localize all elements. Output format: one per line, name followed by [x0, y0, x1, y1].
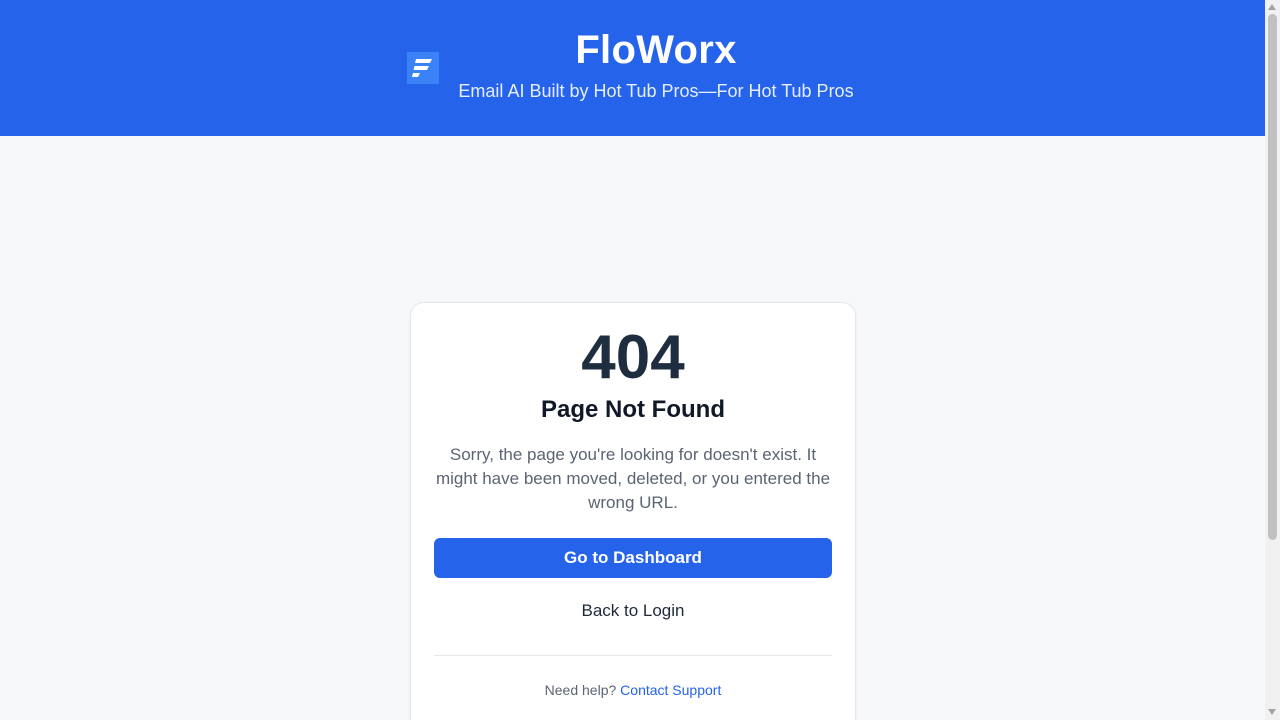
help-label: Need help? [544, 682, 621, 698]
help-text: Need help? Contact Support [411, 680, 855, 700]
error-code: 404 [581, 323, 685, 392]
error-message: Sorry, the page you're looking for doesn… [435, 445, 831, 512]
scroll-up-arrow-icon[interactable] [1268, 4, 1276, 10]
error-title: Page Not Found [541, 396, 725, 423]
scroll-down-arrow-icon[interactable] [1268, 709, 1276, 715]
floworx-logo-icon[interactable] [407, 52, 439, 84]
floworx-logo-mark [412, 59, 432, 77]
vertical-scrollbar[interactable] [1265, 0, 1280, 720]
error-card: 404 Page Not Found Sorry, the page you'r… [410, 302, 856, 720]
back-to-login-link[interactable]: Back to Login [411, 599, 855, 623]
site-title: FloWorx [575, 28, 737, 72]
go-to-dashboard-button[interactable]: Go to Dashboard [434, 538, 832, 578]
site-header: FloWorx Email AI Built by Hot Tub Pros—F… [0, 0, 1265, 136]
contact-support-link[interactable]: Contact Support [620, 682, 721, 698]
brand: FloWorx Email AI Built by Hot Tub Pros—F… [456, 22, 856, 103]
divider [434, 655, 832, 656]
site-tagline: Email AI Built by Hot Tub Pros—For Hot T… [458, 81, 854, 101]
page: FloWorx Email AI Built by Hot Tub Pros—F… [0, 0, 1280, 720]
scrollbar-thumb[interactable] [1268, 14, 1277, 540]
